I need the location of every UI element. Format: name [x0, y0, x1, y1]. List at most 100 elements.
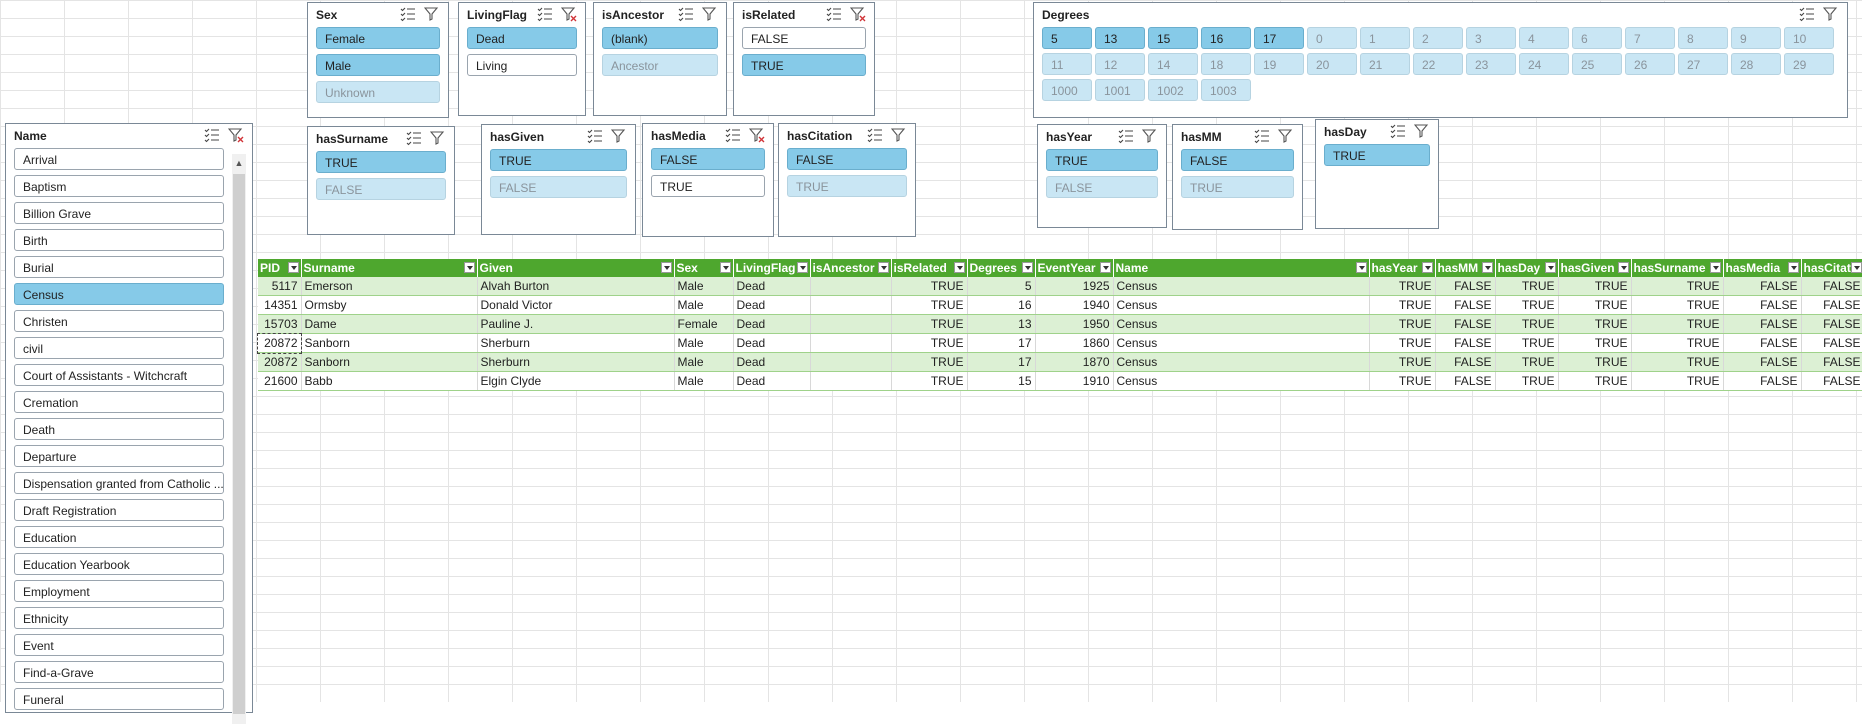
column-header-hassurname[interactable]: hasSurname — [1631, 259, 1723, 277]
table-cell[interactable]: TRUE — [1631, 334, 1723, 353]
slicer-item-degrees[interactable]: 17 — [1254, 27, 1304, 49]
table-cell[interactable]: Male — [674, 277, 733, 296]
table-cell[interactable]: 1870 — [1035, 353, 1113, 372]
clear-filter-icon[interactable] — [891, 127, 907, 146]
slicer-item-degrees[interactable]: 24 — [1519, 53, 1569, 75]
table-cell[interactable]: TRUE — [891, 334, 967, 353]
column-header-sex[interactable]: Sex — [674, 259, 733, 277]
table-cell[interactable]: 1910 — [1035, 372, 1113, 391]
table-cell[interactable]: TRUE — [1631, 277, 1723, 296]
table-cell[interactable]: Sanborn — [301, 353, 477, 372]
slicer-item-degrees[interactable]: 1002 — [1148, 79, 1198, 101]
slicer-item-hascitation[interactable]: FALSE — [787, 148, 907, 170]
table-cell[interactable]: Dame — [301, 315, 477, 334]
table-cell[interactable]: TRUE — [1558, 315, 1631, 334]
table-cell[interactable]: Census — [1113, 372, 1369, 391]
filter-active-dropdown-icon[interactable] — [954, 262, 965, 273]
table-cell[interactable]: TRUE — [1369, 296, 1435, 315]
slicer-item-degrees[interactable]: 4 — [1519, 27, 1569, 49]
slicer-item-hassurname[interactable]: FALSE — [316, 178, 446, 200]
slicer-item-degrees[interactable]: 7 — [1625, 27, 1675, 49]
table-cell[interactable]: FALSE — [1435, 353, 1495, 372]
column-header-hasday[interactable]: hasDay — [1495, 259, 1558, 277]
table-cell[interactable]: TRUE — [1495, 334, 1558, 353]
slicer-item-name[interactable]: Christen — [14, 310, 224, 332]
slicer-item-name[interactable]: Burial — [14, 256, 224, 278]
filter-dropdown-icon[interactable] — [1482, 262, 1493, 273]
table-cell[interactable]: 1925 — [1035, 277, 1113, 296]
slicer-item-hassurname[interactable]: TRUE — [316, 151, 446, 173]
multi-select-icon[interactable] — [826, 6, 842, 25]
slicer-item-degrees[interactable]: 21 — [1360, 53, 1410, 75]
table-cell[interactable]: FALSE — [1723, 334, 1801, 353]
table-cell[interactable]: FALSE — [1723, 372, 1801, 391]
table-cell[interactable]: TRUE — [1558, 372, 1631, 391]
column-header-isrelated[interactable]: isRelated — [891, 259, 967, 277]
slicer-item-degrees[interactable]: 0 — [1307, 27, 1357, 49]
slicer-item-degrees[interactable]: 2 — [1413, 27, 1463, 49]
table-cell[interactable]: Dead — [733, 334, 810, 353]
table-cell[interactable]: FALSE — [1801, 372, 1862, 391]
slicer-item-degrees[interactable]: 26 — [1625, 53, 1675, 75]
slicer-item-degrees[interactable]: 15 — [1148, 27, 1198, 49]
table-cell[interactable]: Male — [674, 353, 733, 372]
multi-select-icon[interactable] — [537, 6, 553, 25]
filter-active-dropdown-icon[interactable] — [797, 262, 808, 273]
slicer-item-hasyear[interactable]: TRUE — [1046, 149, 1158, 171]
table-cell[interactable]: Census — [1113, 277, 1369, 296]
table-cell[interactable]: TRUE — [1495, 296, 1558, 315]
column-header-pid[interactable]: PID — [258, 259, 301, 277]
slicer-item-name[interactable]: Billion Grave — [14, 202, 224, 224]
table-cell[interactable]: FALSE — [1435, 334, 1495, 353]
slicer-item-degrees[interactable]: 1003 — [1201, 79, 1251, 101]
table-cell[interactable]: TRUE — [891, 277, 967, 296]
filter-active-dropdown-icon[interactable] — [1788, 262, 1799, 273]
table-cell[interactable]: 20872 — [258, 334, 301, 353]
filter-dropdown-icon[interactable] — [1422, 262, 1433, 273]
table-cell[interactable]: FALSE — [1801, 334, 1862, 353]
table-cell[interactable]: TRUE — [1558, 277, 1631, 296]
clear-filter-icon[interactable] — [850, 6, 866, 25]
multi-select-icon[interactable] — [406, 130, 422, 149]
table-cell[interactable]: TRUE — [1558, 296, 1631, 315]
slicer-item-degrees[interactable]: 5 — [1042, 27, 1092, 49]
table-cell[interactable]: Emerson — [301, 277, 477, 296]
slicer-item-name[interactable]: Census — [14, 283, 224, 305]
slicer-item-degrees[interactable]: 1 — [1360, 27, 1410, 49]
slicer-item-hascitation[interactable]: TRUE — [787, 175, 907, 197]
table-cell[interactable]: Alvah Burton — [477, 277, 674, 296]
column-header-given[interactable]: Given — [477, 259, 674, 277]
table-cell[interactable] — [810, 372, 891, 391]
clear-filter-icon[interactable] — [1278, 128, 1294, 147]
table-cell[interactable] — [810, 296, 891, 315]
table-cell[interactable]: TRUE — [1631, 353, 1723, 372]
table-cell[interactable]: FALSE — [1723, 315, 1801, 334]
slicer-item-degrees[interactable]: 6 — [1572, 27, 1622, 49]
table-cell[interactable]: TRUE — [1631, 372, 1723, 391]
filter-dropdown-icon[interactable] — [464, 262, 475, 273]
clear-filter-icon[interactable] — [561, 6, 577, 25]
table-cell[interactable]: FALSE — [1435, 372, 1495, 391]
slicer-item-degrees[interactable]: 8 — [1678, 27, 1728, 49]
column-header-surname[interactable]: Surname — [301, 259, 477, 277]
multi-select-icon[interactable] — [1390, 123, 1406, 142]
table-cell[interactable]: Census — [1113, 315, 1369, 334]
table-cell[interactable]: Sanborn — [301, 334, 477, 353]
slicer-item-name[interactable]: Education Yearbook — [14, 553, 224, 575]
table-cell[interactable]: Census — [1113, 353, 1369, 372]
multi-select-icon[interactable] — [587, 128, 603, 147]
table-cell[interactable]: Male — [674, 372, 733, 391]
filter-dropdown-icon[interactable] — [720, 262, 731, 273]
slicer-item-degrees[interactable]: 20 — [1307, 53, 1357, 75]
slicer-item-hasgiven[interactable]: TRUE — [490, 149, 627, 171]
table-cell[interactable]: 20872 — [258, 353, 301, 372]
multi-select-icon[interactable] — [1254, 128, 1270, 147]
table-cell[interactable]: Dead — [733, 296, 810, 315]
table-cell[interactable]: Pauline J. — [477, 315, 674, 334]
column-header-hasmm[interactable]: hasMM — [1435, 259, 1495, 277]
filter-dropdown-icon[interactable] — [878, 262, 889, 273]
table-cell[interactable]: FALSE — [1723, 353, 1801, 372]
scrollbar-thumb[interactable] — [233, 174, 245, 714]
table-cell[interactable]: FALSE — [1435, 277, 1495, 296]
slicer-item-name[interactable]: Cremation — [14, 391, 224, 413]
